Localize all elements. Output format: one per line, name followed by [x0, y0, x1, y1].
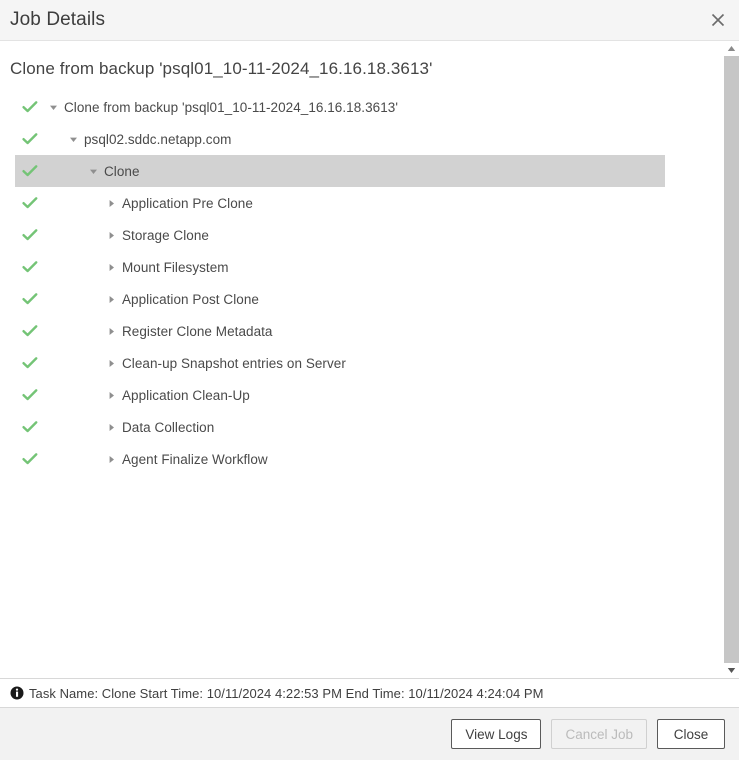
status-success-check-icon — [22, 131, 38, 147]
chevron-right-icon[interactable] — [104, 228, 118, 242]
job-task-tree: Clone from backup 'psql01_10-11-2024_16.… — [0, 91, 739, 475]
tree-row[interactable]: Agent Finalize Workflow — [15, 443, 665, 475]
tree-row[interactable]: Clean-up Snapshot entries on Server — [15, 347, 665, 379]
tree-node: Clean-up Snapshot entries on Server — [15, 356, 346, 371]
tree-node: Agent Finalize Workflow — [15, 452, 268, 467]
tree-node-label: Data Collection — [122, 419, 215, 435]
tree-node: Data Collection — [15, 420, 214, 435]
tree-row[interactable]: Data Collection — [15, 411, 665, 443]
tree-node-label: Clone — [104, 163, 140, 179]
view-logs-button[interactable]: View Logs — [451, 719, 542, 749]
chevron-right-icon[interactable] — [104, 292, 118, 306]
close-button[interactable]: Close — [657, 719, 725, 749]
status-success-check-icon — [22, 99, 38, 115]
tree-node-label: Agent Finalize Workflow — [122, 451, 268, 467]
status-bar-text: Task Name: Clone Start Time: 10/11/2024 … — [29, 685, 544, 701]
close-icon[interactable] — [705, 7, 731, 33]
tree-node-label: Application Pre Clone — [122, 195, 253, 211]
status-success-check-icon — [22, 355, 38, 371]
status-success-check-icon — [22, 163, 38, 179]
tree-row[interactable]: Storage Clone — [15, 219, 665, 251]
status-success-check-icon — [22, 323, 38, 339]
tree-row[interactable]: Mount Filesystem — [15, 251, 665, 283]
tree-node-label: Application Post Clone — [122, 291, 259, 307]
tree-node: Storage Clone — [15, 228, 209, 243]
info-icon — [10, 686, 24, 700]
tree-node: Mount Filesystem — [15, 260, 229, 275]
chevron-down-icon[interactable] — [66, 132, 80, 146]
chevron-right-icon[interactable] — [104, 420, 118, 434]
tree-row[interactable]: psql02.sddc.netapp.com — [15, 123, 665, 155]
scroll-down-arrow-icon[interactable] — [724, 663, 739, 678]
tree-node-label: Mount Filesystem — [122, 259, 229, 275]
tree-node-label: Clean-up Snapshot entries on Server — [122, 355, 346, 371]
job-details-dialog: Job Details Clone from backup 'psql01_10… — [0, 0, 739, 760]
chevron-right-icon[interactable] — [104, 356, 118, 370]
tree-node: Register Clone Metadata — [15, 324, 272, 339]
tree-node: Application Clean-Up — [15, 388, 250, 403]
tree-node-label: Register Clone Metadata — [122, 323, 273, 339]
vertical-scrollbar[interactable] — [720, 41, 739, 678]
status-success-check-icon — [22, 227, 38, 243]
tree-node-label: Application Clean-Up — [122, 387, 250, 403]
tree-node: Clone from backup 'psql01_10-11-2024_16.… — [15, 100, 398, 115]
chevron-right-icon[interactable] — [104, 196, 118, 210]
tree-node-label: psql02.sddc.netapp.com — [84, 131, 232, 147]
tree-node: Application Pre Clone — [15, 196, 253, 211]
status-success-check-icon — [22, 419, 38, 435]
tree-row[interactable]: Application Post Clone — [15, 283, 665, 315]
tree-row[interactable]: Clone from backup 'psql01_10-11-2024_16.… — [15, 91, 665, 123]
status-bar: Task Name: Clone Start Time: 10/11/2024 … — [0, 678, 739, 708]
chevron-down-icon[interactable] — [46, 100, 60, 114]
tree-node: Application Post Clone — [15, 292, 259, 307]
status-success-check-icon — [22, 259, 38, 275]
dialog-titlebar: Job Details — [0, 0, 739, 41]
tree-row[interactable]: Register Clone Metadata — [15, 315, 665, 347]
tree-node: psql02.sddc.netapp.com — [15, 132, 231, 147]
tree-node-label: Storage Clone — [122, 227, 209, 243]
dialog-title: Job Details — [10, 9, 106, 30]
chevron-right-icon[interactable] — [104, 452, 118, 466]
status-success-check-icon — [22, 291, 38, 307]
tree-node-label: Clone from backup 'psql01_10-11-2024_16.… — [64, 99, 398, 115]
tree-row[interactable]: Clone — [15, 155, 665, 187]
scrollbar-track[interactable] — [724, 56, 739, 663]
chevron-right-icon[interactable] — [104, 260, 118, 274]
tree-row[interactable]: Application Pre Clone — [15, 187, 665, 219]
status-success-check-icon — [22, 451, 38, 467]
tree-row[interactable]: Application Clean-Up — [15, 379, 665, 411]
job-details-content: Clone from backup 'psql01_10-11-2024_16.… — [0, 41, 739, 678]
chevron-down-icon[interactable] — [86, 164, 100, 178]
dialog-footer: View Logs Cancel Job Close — [0, 708, 739, 760]
cancel-job-button: Cancel Job — [551, 719, 647, 749]
status-success-check-icon — [22, 387, 38, 403]
chevron-right-icon[interactable] — [104, 388, 118, 402]
chevron-right-icon[interactable] — [104, 324, 118, 338]
scroll-up-arrow-icon[interactable] — [724, 41, 739, 56]
status-success-check-icon — [22, 195, 38, 211]
job-heading: Clone from backup 'psql01_10-11-2024_16.… — [10, 59, 433, 78]
